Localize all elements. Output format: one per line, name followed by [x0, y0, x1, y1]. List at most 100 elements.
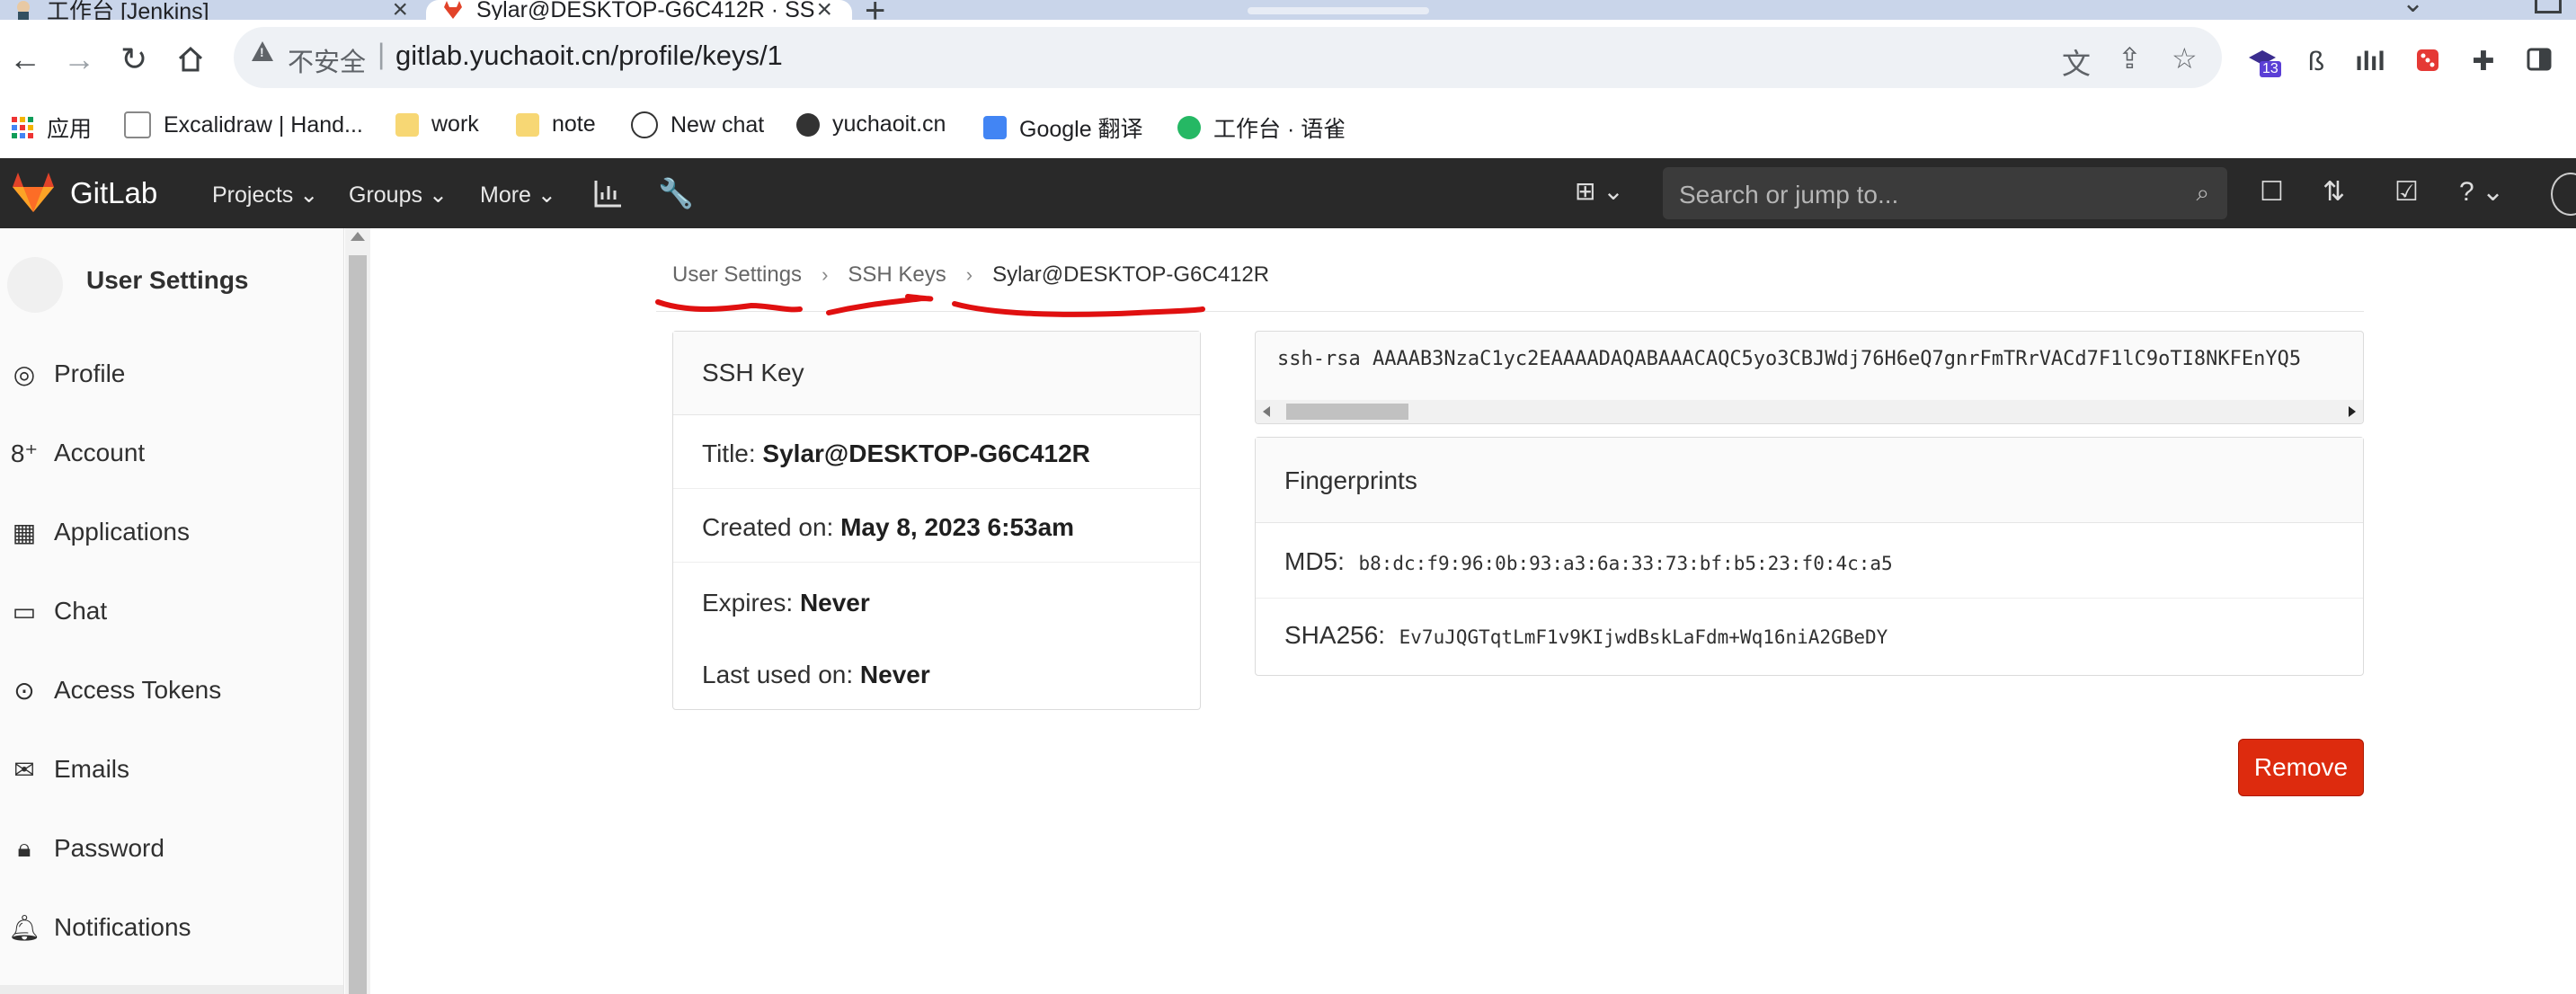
url-text[interactable]: gitlab.yuchaoit.cn/profile/keys/1 — [395, 40, 783, 72]
todos-icon[interactable]: ☑ — [2394, 176, 2419, 208]
chevron-down-icon: ⌄ — [428, 182, 448, 208]
new-tab-button[interactable]: + — [865, 0, 885, 20]
back-arrow-icon[interactable]: ← — [9, 43, 41, 75]
scroll-right-icon[interactable] — [2349, 406, 2356, 417]
groups-menu[interactable]: Groups ⌄ — [349, 182, 448, 209]
forward-arrow-icon[interactable]: → — [63, 43, 95, 75]
sidebar-title[interactable]: User Settings — [86, 266, 249, 295]
chat-icon: ▭ — [12, 597, 37, 626]
bookmark-work[interactable]: work — [395, 111, 479, 138]
tab-gitlab[interactable]: Sylar@DESKTOP-G6C412R · SS × — [426, 0, 852, 20]
create-new-icon[interactable]: ⊞ ⌄ — [1575, 176, 1624, 206]
applications-icon: ▦ — [12, 518, 37, 546]
breadcrumb-ssh-keys[interactable]: SSH Keys — [848, 262, 946, 288]
tab-jenkins[interactable]: 工作台 [Jenkins] × — [13, 0, 408, 20]
sidebar-item-profile[interactable]: ◎ Profile — [0, 349, 343, 399]
bookmark-google-translate[interactable]: Google 翻译 — [983, 111, 1143, 144]
close-tab-icon[interactable]: × — [392, 0, 408, 20]
avatar — [7, 257, 63, 313]
bookmark-excalidraw[interactable]: Excalidraw | Hand... — [124, 111, 363, 138]
chevron-right-icon: › — [965, 263, 973, 286]
share-icon[interactable]: ⇪ — [2118, 41, 2142, 75]
extension-audio-icon[interactable]: ılıl — [2355, 47, 2385, 77]
browser-tab-strip: 工作台 [Jenkins] × Sylar@DESKTOP-G6C412R · … — [0, 0, 2576, 20]
search-box[interactable]: Search or jump to... ⌕ — [1663, 167, 2227, 219]
gitlab-fav-icon — [444, 1, 462, 19]
bookmark-star-icon[interactable]: ☆ — [2172, 41, 2198, 75]
sidebar-item-emails[interactable]: ✉ Emails — [0, 744, 343, 794]
breadcrumb-user-settings[interactable]: User Settings — [672, 262, 802, 288]
email-icon: ✉ — [13, 755, 35, 784]
folder-icon — [516, 112, 539, 137]
bookmark-note[interactable]: note — [516, 111, 596, 138]
sidebar-item-chat[interactable]: ▭ Chat — [0, 586, 343, 636]
activity-chart-icon[interactable] — [593, 178, 624, 209]
home-icon[interactable] — [176, 45, 205, 74]
expires-row: Expires: Never — [702, 589, 870, 617]
sidebar-scrollbar[interactable] — [345, 228, 370, 994]
sidebar-item-password[interactable]: 🔒︎ Password — [0, 823, 343, 874]
lock-icon: 🔒︎ — [17, 833, 31, 862]
merge-requests-icon[interactable]: ⇅ — [2323, 176, 2345, 208]
public-key-text[interactable]: ssh-rsa AAAAB3NzaC1yc2EAAAADAQABAAACAQC5… — [1277, 348, 2301, 370]
sidebar-item-notifications[interactable]: 🔔︎ Notifications — [0, 902, 343, 953]
bookmark-yuchaoit[interactable]: yuchaoit.cn — [796, 111, 946, 138]
scroll-up-icon[interactable] — [351, 232, 365, 241]
bell-icon: 🔔︎ — [8, 913, 40, 942]
sidebar-item-access-tokens[interactable]: ⊙ Access Tokens — [0, 665, 343, 715]
sha256-value[interactable]: Ev7uJQGTqtLmF1v9KIjwdBskLaFdm+Wq16niA2GB… — [1399, 626, 1888, 648]
token-icon: ⊙ — [13, 676, 35, 705]
created-on-row: Created on: May 8, 2023 6:53am — [702, 513, 1075, 541]
sidebar-item-account[interactable]: 8⁺ Account — [0, 428, 343, 478]
chevron-down-icon: ⌄ — [537, 182, 556, 208]
folder-icon — [395, 112, 419, 137]
bookmark-apps[interactable]: 应用 — [11, 111, 92, 144]
tab-title: Sylar@DESKTOP-G6C412R · SS — [476, 0, 815, 20]
scroll-thumb[interactable] — [349, 255, 367, 994]
wrench-icon[interactable]: 🔧 — [658, 176, 694, 210]
browser-toolbar: ← → ↻ 不安全 | gitlab.yuchaoit.cn/profile/k… — [0, 20, 2576, 99]
fingerprints-card: Fingerprints MD5: b8:dc:f9:96:0b:93:a3:6… — [1255, 437, 2364, 676]
sidebar-item-applications[interactable]: ▦ Applications — [0, 507, 343, 557]
scroll-left-icon[interactable] — [1263, 406, 1270, 417]
horizontal-scrollbar[interactable] — [1256, 400, 2363, 423]
sidepanel-icon[interactable] — [2524, 47, 2554, 77]
extension-dice-icon[interactable] — [2412, 47, 2443, 77]
public-key-box[interactable]: ssh-rsa AAAAB3NzaC1yc2EAAAADAQABAAACAQC5… — [1255, 331, 2364, 424]
breadcrumb-current: Sylar@DESKTOP-G6C412R — [992, 262, 1270, 287]
extension-b-icon[interactable]: ß — [2301, 47, 2332, 77]
bookmark-yuque[interactable]: 工作台 · 语雀 — [1177, 111, 1346, 144]
tab-search-pill[interactable] — [1248, 7, 1429, 14]
avatar[interactable] — [2551, 173, 2576, 216]
gitlab-logo-icon[interactable] — [11, 171, 56, 214]
help-icon[interactable]: ? ⌄ — [2459, 176, 2504, 208]
search-input[interactable]: Search or jump to... — [1679, 181, 1898, 209]
extensions-puzzle-icon[interactable]: ✚ — [2468, 47, 2499, 77]
projects-menu[interactable]: Projects ⌄ — [212, 182, 318, 209]
chevron-down-icon[interactable]: ⌄ — [2402, 0, 2424, 19]
translate-page-icon[interactable]: 文 — [2062, 41, 2091, 83]
account-icon: 8⁺ — [10, 439, 39, 467]
bookmark-new-chat[interactable]: New chat — [631, 111, 764, 138]
sha256-row: SHA256: Ev7uJQGTqtLmF1v9KIjwdBskLaFdm+Wq… — [1284, 621, 1888, 649]
gitlab-brand[interactable]: GitLab — [70, 176, 157, 210]
gitlab-navbar: GitLab Projects ⌄ Groups ⌄ More ⌄ 🔧 ⊞ ⌄ … — [0, 158, 2576, 228]
bookmarks-bar: 应用 Excalidraw | Hand... work note New ch… — [0, 99, 2576, 158]
md5-value[interactable]: b8:dc:f9:96:0b:93:a3:6a:33:73:bf:b5:23:f… — [1358, 553, 1892, 574]
chevron-down-icon: ⌄ — [299, 182, 319, 208]
extension-grad-icon[interactable]: 13 — [2247, 47, 2281, 77]
remove-button[interactable]: Remove — [2238, 739, 2364, 796]
scroll-thumb[interactable] — [1286, 404, 1408, 420]
openai-icon — [631, 111, 658, 138]
extension-badge: 13 — [2260, 61, 2281, 77]
key-title-row: Title: Sylar@DESKTOP-G6C412R — [702, 439, 1090, 467]
reload-icon[interactable]: ↻ — [120, 43, 147, 75]
close-tab-icon[interactable]: × — [816, 0, 832, 20]
address-bar[interactable]: 不安全 | gitlab.yuchaoit.cn/profile/keys/1 … — [234, 27, 2222, 88]
security-label[interactable]: 不安全 — [288, 41, 366, 79]
tab-title: 工作台 [Jenkins] — [47, 0, 209, 20]
window-restore-icon[interactable] — [2535, 0, 2562, 13]
jenkins-icon — [17, 1, 30, 20]
more-menu[interactable]: More ⌄ — [480, 182, 556, 209]
issues-icon[interactable]: ☐ — [2260, 176, 2284, 208]
